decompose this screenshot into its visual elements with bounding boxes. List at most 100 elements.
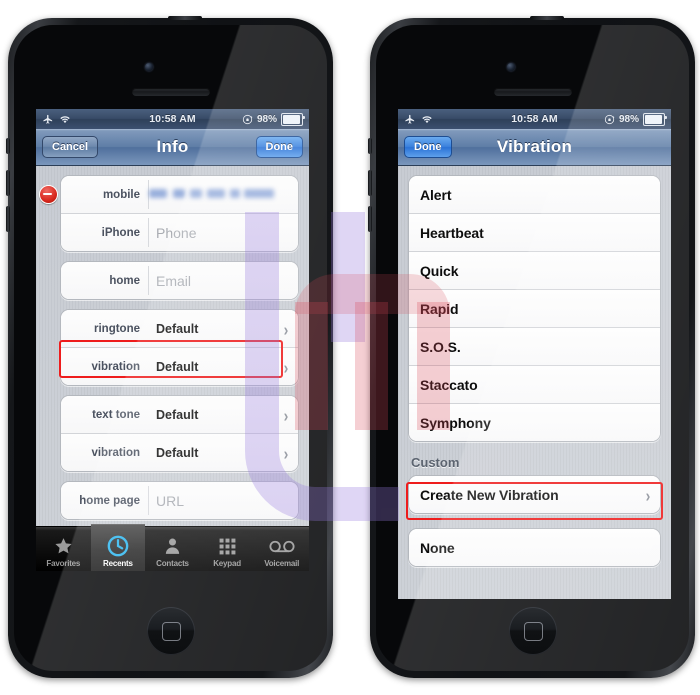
status-bar-right: 10:58 AM 98%	[398, 109, 671, 129]
tab-favorites[interactable]: Favorites	[36, 524, 91, 571]
field-label: iPhone	[101, 226, 140, 239]
voicemail-tape-icon	[269, 534, 295, 558]
earpiece-speaker-right	[493, 88, 572, 96]
email-input[interactable]: Email	[147, 273, 298, 289]
nav-bar-right: Done Vibration	[398, 129, 671, 166]
list-item[interactable]: Symphony	[409, 404, 660, 441]
ringtone-value: Default	[156, 321, 199, 336]
table-row[interactable]: home page URL	[61, 482, 298, 519]
cancel-button[interactable]: Cancel	[42, 135, 99, 159]
home-square-icon	[161, 622, 181, 641]
tab-label: Recents	[103, 559, 133, 568]
tab-label: Keypad	[213, 559, 241, 568]
field-group-ringtone: ringtone Default › vibration Default ›	[60, 309, 299, 386]
field-label: home page	[79, 494, 140, 507]
person-icon	[163, 534, 182, 558]
tab-keypad[interactable]: Keypad	[200, 524, 255, 571]
clock-icon	[107, 534, 129, 558]
list-item-none[interactable]: None	[409, 529, 660, 566]
home-square-icon	[523, 622, 543, 641]
create-new-vibration-row[interactable]: Create New Vibration ›	[409, 476, 660, 513]
home-button-left[interactable]	[146, 607, 195, 655]
status-bar-left: 10:58 AM 98%	[36, 109, 309, 129]
status-right-icons: 98%	[242, 112, 305, 126]
list-item-label: Alert	[420, 186, 452, 203]
field-group-texttone: text tone Default › vibration Default ›	[60, 395, 299, 472]
list-item[interactable]: Staccato	[409, 366, 660, 404]
table-row-vibration-highlighted[interactable]: vibration Default ›	[61, 348, 298, 385]
status-right-icons: 98%	[604, 112, 667, 126]
list-item[interactable]: Heartbeat	[409, 214, 660, 252]
chevron-right-icon: ›	[283, 404, 289, 425]
list-item[interactable]: Quick	[409, 252, 660, 290]
list-item[interactable]: Alert	[409, 176, 660, 214]
tab-voicemail[interactable]: Voicemail	[254, 524, 309, 571]
nav-bar-left: Cancel Info Done	[36, 129, 309, 166]
vibration-value: Default	[156, 359, 199, 374]
field-label: vibration	[91, 360, 140, 373]
silent-switch-left[interactable]	[6, 138, 10, 154]
silent-switch-right[interactable]	[368, 138, 372, 154]
phone-face-right: 10:58 AM 98% Done Vibration Alert Heartb…	[376, 25, 689, 671]
tab-label: Favorites	[46, 559, 81, 568]
rotation-lock-icon	[242, 114, 253, 124]
star-icon	[53, 534, 74, 558]
vibration-list-content[interactable]: Alert Heartbeat Quick Rapid S.O.S. Stacc…	[398, 166, 671, 599]
phone-input[interactable]: Phone	[147, 225, 298, 241]
table-row[interactable]: home Email	[61, 262, 298, 299]
power-button-left[interactable]	[168, 16, 202, 20]
list-item[interactable]: S.O.S.	[409, 328, 660, 366]
table-row[interactable]: ringtone Default ›	[61, 310, 298, 348]
tab-label: Voicemail	[264, 559, 300, 568]
earpiece-speaker-left	[131, 88, 210, 96]
volume-up-button-left[interactable]	[6, 170, 10, 196]
front-camera-icon-right	[506, 63, 515, 71]
field-label: vibration	[91, 446, 140, 459]
volume-up-button-right[interactable]	[368, 170, 372, 196]
chevron-right-icon: ›	[283, 318, 289, 339]
front-camera-icon-left	[144, 63, 153, 71]
url-input[interactable]: URL	[147, 493, 298, 509]
delete-field-icon[interactable]	[39, 185, 58, 204]
list-item-label: S.O.S.	[420, 338, 461, 355]
list-item-label: Rapid	[420, 300, 459, 317]
battery-percent-right: 98%	[618, 113, 639, 125]
table-row[interactable]: vibration Default ›	[61, 434, 298, 471]
battery-icon-left	[281, 112, 305, 126]
tab-recents[interactable]: Recents	[90, 524, 146, 571]
info-content-left[interactable]: mobile iPhone Phone home Email ringtone …	[36, 166, 309, 527]
field-label: mobile	[102, 188, 140, 201]
screen-right: 10:58 AM 98% Done Vibration Alert Heartb…	[398, 109, 671, 599]
power-button-right[interactable]	[530, 16, 564, 20]
tab-contacts[interactable]: Contacts	[145, 524, 200, 571]
chevron-right-icon: ›	[645, 484, 651, 505]
vibration-none-group: None	[408, 528, 661, 567]
table-row[interactable]: iPhone Phone	[61, 214, 298, 251]
list-item[interactable]: Rapid	[409, 290, 660, 328]
field-value-redacted[interactable]	[147, 189, 298, 200]
text-vibration-value: Default	[156, 445, 199, 460]
field-group-email: home Email	[60, 261, 299, 300]
chevron-right-icon: ›	[283, 442, 289, 463]
section-header-custom: Custom	[411, 455, 460, 470]
texttone-value: Default	[156, 407, 199, 422]
done-button-left[interactable]: Done	[255, 135, 303, 159]
battery-percent-left: 98%	[256, 113, 277, 125]
table-row[interactable]: mobile	[61, 176, 298, 214]
volume-down-button-left[interactable]	[6, 206, 10, 232]
field-divider	[148, 218, 149, 247]
iphone-device-right: 10:58 AM 98% Done Vibration Alert Heartb…	[368, 16, 695, 678]
volume-down-button-right[interactable]	[368, 206, 372, 232]
field-divider	[148, 486, 149, 515]
list-item-label: None	[420, 539, 455, 556]
screenshot-stage: 10:58 AM 98% Cancel Info Done mobile iPh…	[0, 0, 700, 695]
field-label: text tone	[92, 408, 140, 421]
done-button-right[interactable]: Done	[404, 135, 452, 159]
home-button-right[interactable]	[508, 607, 557, 655]
field-label: ringtone	[94, 322, 140, 335]
list-item-label: Quick	[420, 262, 459, 279]
table-row[interactable]: text tone Default ›	[61, 396, 298, 434]
tab-bar: Favorites Recents Contacts Keypad Voicem…	[36, 524, 309, 571]
field-group-phone: mobile iPhone Phone	[60, 175, 299, 252]
field-divider	[148, 266, 149, 295]
